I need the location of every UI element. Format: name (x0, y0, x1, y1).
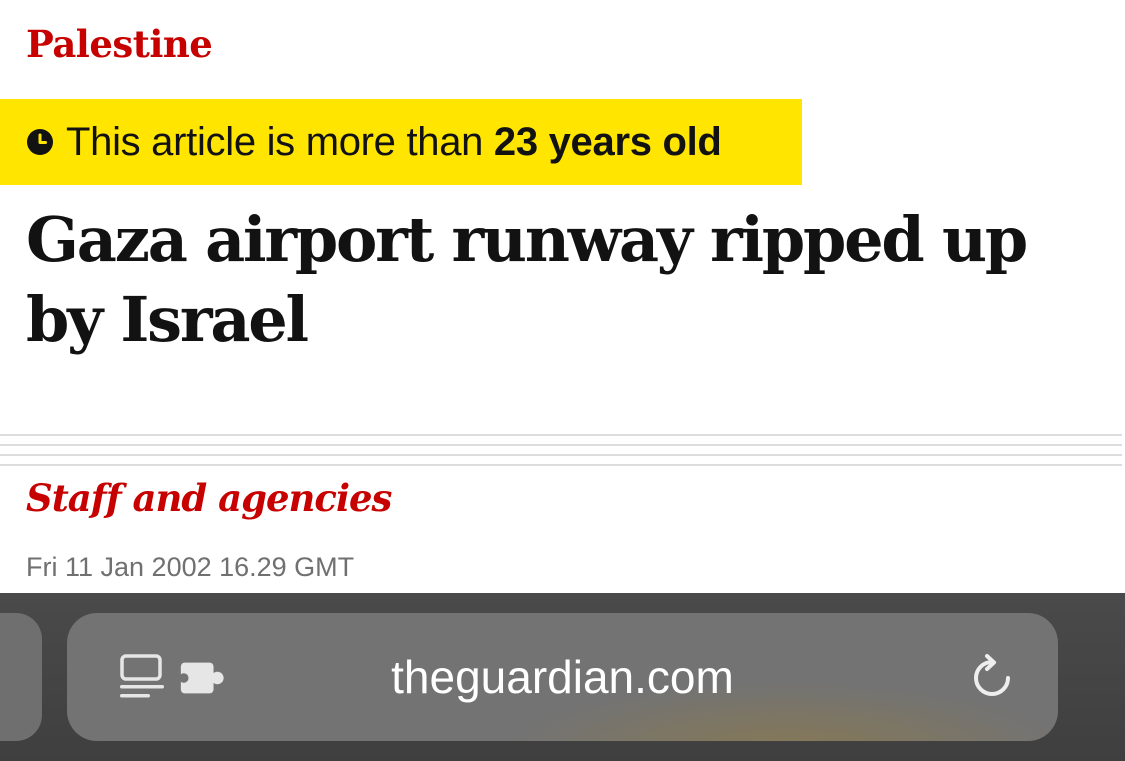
byline-link[interactable]: Staff and agencies (26, 474, 392, 522)
article-age-banner: This article is more than 23 years old (0, 99, 802, 185)
reload-icon[interactable] (967, 653, 1017, 703)
browser-toolbar: theguardian.com (0, 593, 1125, 761)
previous-tab[interactable] (0, 613, 42, 741)
article-dateline: Fri 11 Jan 2002 16.29 GMT (26, 552, 355, 582)
address-bar[interactable]: theguardian.com (67, 613, 1058, 741)
article-age-text: This article is more than 23 years old (66, 120, 722, 165)
article-page: Palestine This article is more than 23 y… (0, 0, 1125, 761)
article-age-value: 23 years old (493, 119, 722, 164)
url-field[interactable]: theguardian.com (67, 649, 1058, 705)
divider (0, 434, 1122, 468)
clock-icon (27, 129, 53, 155)
article-age-prefix: This article is more than (66, 119, 494, 164)
article-headline: Gaza airport runway ripped up by Israel (26, 203, 1028, 356)
section-link[interactable]: Palestine (26, 20, 213, 68)
